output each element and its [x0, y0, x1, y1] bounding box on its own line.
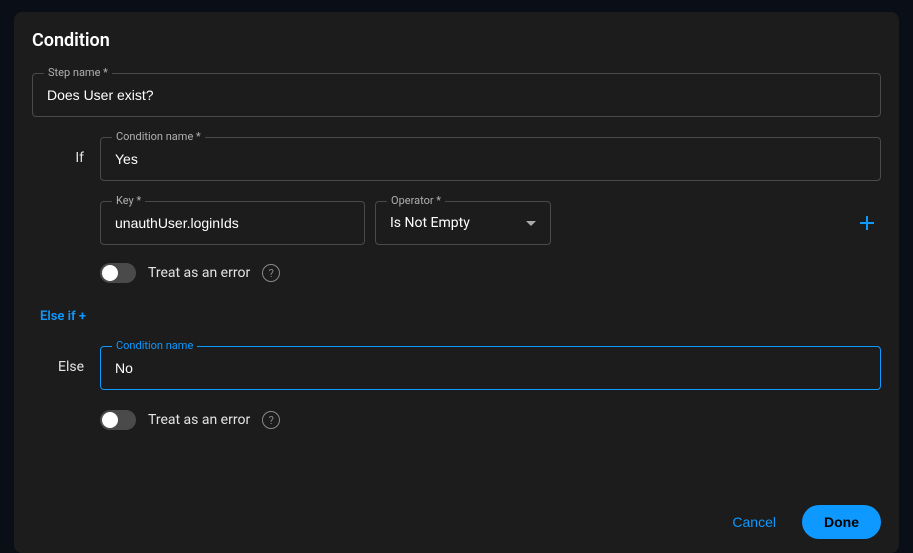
step-name-field: Step name *	[32, 73, 881, 117]
key-field: Key *	[100, 201, 365, 245]
else-if-link[interactable]: Else if +	[40, 309, 881, 324]
if-condition-name-label: Condition name *	[112, 130, 205, 143]
else-condition-name-field: Condition name	[100, 346, 881, 390]
done-button[interactable]: Done	[802, 505, 881, 539]
if-label: If	[32, 137, 84, 166]
operator-select[interactable]: Is Not Empty	[375, 201, 551, 245]
step-name-label: Step name *	[44, 66, 112, 79]
help-icon[interactable]: ?	[262, 411, 280, 429]
if-error-toggle[interactable]	[100, 263, 136, 283]
add-condition-button[interactable]	[853, 209, 881, 237]
else-error-label: Treat as an error	[148, 412, 250, 428]
cancel-button[interactable]: Cancel	[720, 506, 788, 538]
if-condition-name-field: Condition name *	[100, 137, 881, 181]
chevron-down-icon	[526, 221, 536, 226]
operator-field: Operator * Is Not Empty	[375, 201, 551, 245]
step-name-input[interactable]	[32, 73, 881, 117]
toggle-knob	[102, 412, 118, 428]
modal-title: Condition	[32, 30, 881, 51]
toggle-knob	[102, 265, 118, 281]
if-error-toggle-row: Treat as an error ?	[100, 263, 881, 283]
if-error-label: Treat as an error	[148, 265, 250, 281]
modal-footer: Cancel Done	[32, 489, 881, 539]
condition-modal: Condition Step name * If Condition name …	[14, 12, 899, 553]
key-input[interactable]	[100, 201, 365, 245]
operator-label: Operator *	[387, 194, 445, 207]
plus-icon	[858, 214, 876, 232]
if-condition-name-input[interactable]	[100, 137, 881, 181]
else-condition-name-input[interactable]	[100, 346, 881, 390]
else-section: Else Condition name Treat as an error ?	[32, 346, 881, 438]
else-error-toggle[interactable]	[100, 410, 136, 430]
else-error-toggle-row: Treat as an error ?	[100, 410, 881, 430]
else-condition-name-label: Condition name	[112, 339, 197, 352]
key-operator-row: Key * Operator * Is Not Empty	[100, 201, 881, 245]
help-icon[interactable]: ?	[262, 264, 280, 282]
key-label: Key *	[112, 194, 145, 207]
if-section: If Condition name * Key * Operator * Is …	[32, 137, 881, 291]
operator-value: Is Not Empty	[390, 215, 470, 231]
else-label: Else	[32, 346, 84, 375]
